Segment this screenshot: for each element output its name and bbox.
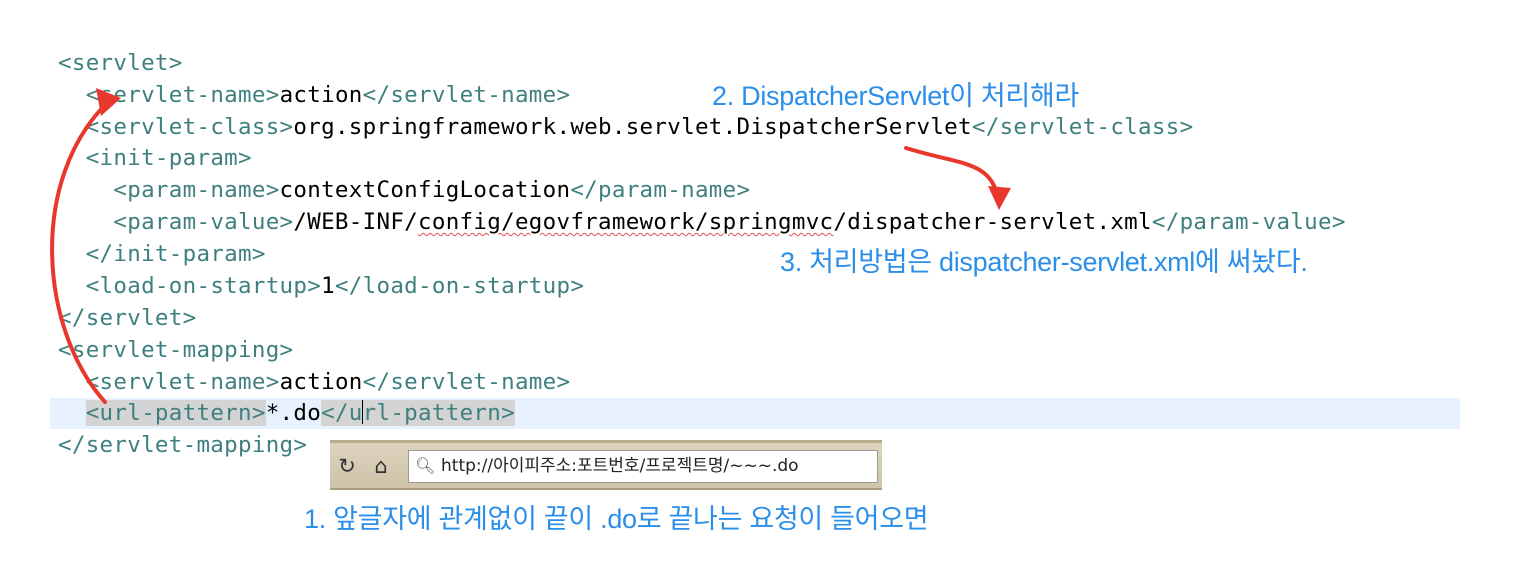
annotation-step-3: 3. 처리방법은 dispatcher-servlet.xml에 써놨다. <box>780 247 1308 277</box>
code-line: </servlet> <box>58 303 196 334</box>
code-token: <param-name> <box>113 177 280 203</box>
code-token: contextConfigLocation <box>279 177 571 203</box>
code-token: </servlet-class> <box>971 114 1194 140</box>
code-token: </servlet> <box>58 305 197 331</box>
search-icon: 🔍︎ <box>415 456 436 475</box>
address-bar[interactable]: 🔍︎ http://아이피주소:포트번호/프로젝트명/~~~.do <box>408 450 878 483</box>
code-token: rl-pattern> <box>362 400 515 426</box>
code-token: <param-value> <box>113 209 294 235</box>
code-line: <param-name>contextConfigLocation</param… <box>58 175 750 206</box>
code-line: <servlet-name>action</servlet-name> <box>58 80 570 111</box>
code-token: <servlet-name> <box>85 369 280 395</box>
code-token: </servlet-mapping> <box>58 432 308 458</box>
code-token: /dispatcher-servlet.xml <box>833 209 1152 235</box>
refresh-icon[interactable]: ↻ <box>334 451 360 481</box>
code-line: </init-param> <box>58 239 266 270</box>
code-line: <load-on-startup>1</load-on-startup> <box>58 271 584 302</box>
code-token: </servlet-name> <box>362 369 571 395</box>
code-token: /WEB-INF/ <box>293 209 419 235</box>
code-token: <load-on-startup> <box>85 273 322 299</box>
code-token: </param-name> <box>570 177 751 203</box>
annotation-step-2: 2. DispatcherServlet이 처리해라 <box>712 81 1080 111</box>
code-token: </servlet-name> <box>362 82 571 108</box>
address-url[interactable]: http://아이피주소:포트번호/프로젝트명/~~~.do <box>441 451 799 482</box>
home-icon[interactable]: ⌂ <box>368 451 394 481</box>
code-token: <servlet-class> <box>85 114 294 140</box>
code-token: org.springframework.web.servlet.Dispatch… <box>293 114 972 140</box>
annotation-step-1: 1. 앞글자에 관계없이 끝이 .do로 끝나는 요청이 들어오면 <box>304 504 929 534</box>
code-token: </load-on-startup> <box>334 273 585 299</box>
code-token: config/egovframework/springmvc <box>418 209 834 235</box>
code-line: <param-value>/WEB-INF/config/egovframewo… <box>58 207 1346 238</box>
code-line: <servlet-name>action</servlet-name> <box>58 367 570 398</box>
code-token: action <box>279 82 363 108</box>
browser-toolbar: ↻ ⌂ 🔍︎ http://아이피주소:포트번호/프로젝트명/~~~.do <box>330 440 882 490</box>
code-line: </servlet-mapping> <box>58 430 307 461</box>
code-token: <servlet-mapping> <box>58 337 294 363</box>
code-token: <servlet> <box>58 50 183 76</box>
code-token: </u <box>321 400 363 426</box>
code-token: action <box>279 369 363 395</box>
code-line: <servlet> <box>58 48 183 79</box>
code-token: <url-pattern> <box>85 400 266 426</box>
code-token: </init-param> <box>85 241 266 267</box>
code-line: <url-pattern>*.do</url-pattern> <box>58 398 515 429</box>
code-line: <servlet-class>org.springframework.web.s… <box>58 112 1193 143</box>
code-token: <init-param> <box>85 145 252 171</box>
code-line: <init-param> <box>58 143 252 174</box>
code-token: </param-value> <box>1151 209 1346 235</box>
code-token: <servlet-name> <box>85 82 280 108</box>
code-token: *.do <box>265 400 322 426</box>
code-token: 1 <box>321 273 335 299</box>
code-line: <servlet-mapping> <box>58 335 293 366</box>
